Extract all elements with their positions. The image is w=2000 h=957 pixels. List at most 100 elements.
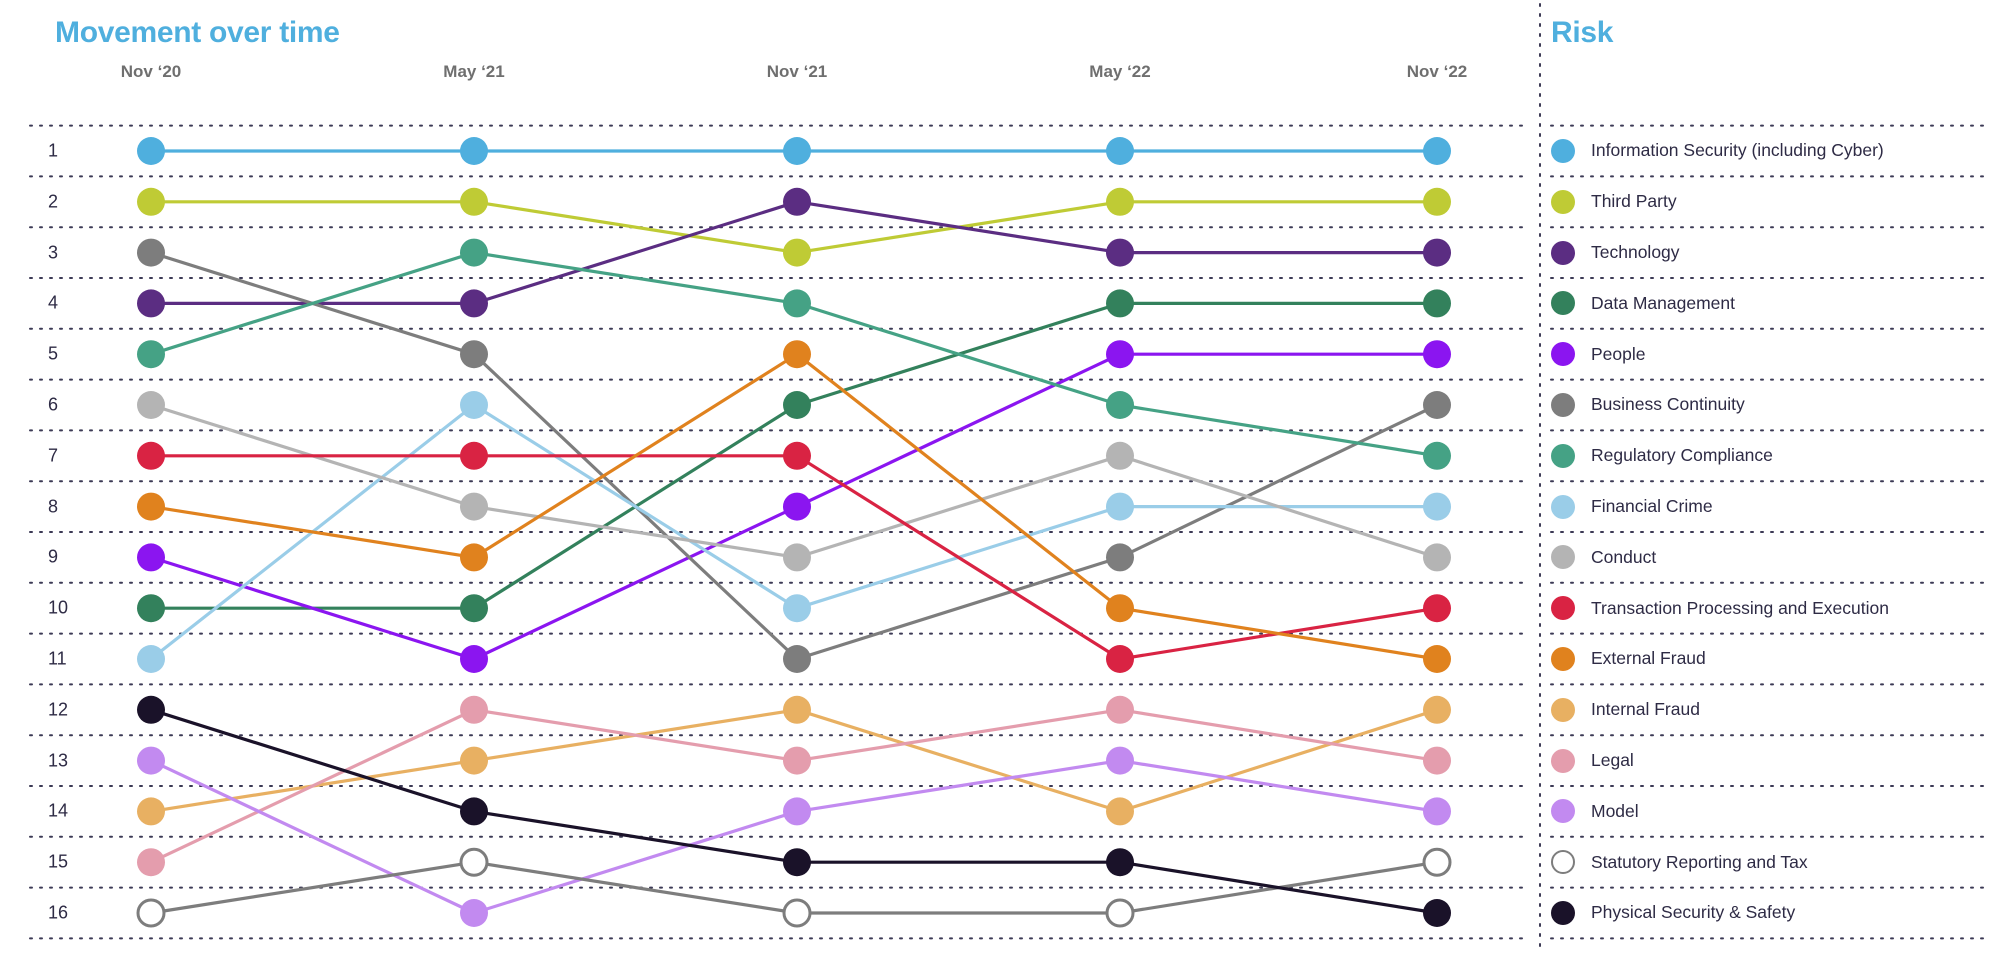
legend-item-transaction-processing-and-execution[interactable]: Transaction Processing and Execution (1551, 583, 1981, 634)
data-point-external-fraud-1[interactable] (137, 492, 165, 521)
data-point-internal-fraud-3[interactable] (783, 695, 811, 724)
data-point-physical-security-safety-3[interactable] (783, 848, 811, 877)
data-point-transaction-processing-and-execution-3[interactable] (783, 441, 811, 470)
data-point-business-continuity-4[interactable] (1106, 543, 1134, 572)
data-point-data-management-4[interactable] (1106, 289, 1134, 318)
data-point-regulatory-compliance-3[interactable] (783, 289, 811, 318)
data-point-physical-security-safety-4[interactable] (1106, 848, 1134, 877)
data-point-legal-5[interactable] (1423, 746, 1451, 775)
legend-item-information-security-including-cyber[interactable]: Information Security (including Cyber) (1551, 126, 1981, 177)
legend-item-data-management[interactable]: Data Management (1551, 278, 1981, 329)
legend-item-third-party[interactable]: Third Party (1551, 176, 1981, 227)
data-point-technology-2[interactable] (460, 289, 488, 318)
data-point-data-management-2[interactable] (460, 594, 488, 623)
data-point-financial-crime-4[interactable] (1106, 492, 1134, 521)
data-point-internal-fraud-2[interactable] (460, 746, 488, 775)
legend-item-label: Regulatory Compliance (1591, 445, 1773, 466)
data-point-transaction-processing-and-execution-4[interactable] (1106, 645, 1134, 673)
data-point-statutory-reporting-and-tax-4[interactable] (1105, 898, 1135, 928)
data-point-business-continuity-5[interactable] (1423, 391, 1451, 419)
legend-item-label: Financial Crime (1591, 496, 1713, 517)
data-point-statutory-reporting-and-tax-1[interactable] (136, 898, 166, 928)
data-point-third-party-5[interactable] (1423, 187, 1451, 216)
data-point-information-security-including-cyber-2[interactable] (460, 137, 488, 165)
data-point-data-management-1[interactable] (137, 594, 165, 623)
data-point-legal-1[interactable] (137, 848, 165, 877)
legend-item-statutory-reporting-and-tax[interactable]: Statutory Reporting and Tax (1551, 837, 1981, 888)
legend-item-technology[interactable]: Technology (1551, 227, 1981, 278)
legend-swatch-icon (1551, 850, 1575, 875)
data-point-physical-security-safety-1[interactable] (137, 695, 165, 724)
data-point-business-continuity-2[interactable] (460, 340, 488, 369)
data-point-data-management-3[interactable] (783, 391, 811, 419)
data-point-information-security-including-cyber-5[interactable] (1423, 137, 1451, 165)
data-point-model-3[interactable] (783, 797, 811, 826)
data-point-financial-crime-5[interactable] (1423, 492, 1451, 521)
legend-item-regulatory-compliance[interactable]: Regulatory Compliance (1551, 430, 1981, 481)
data-point-external-fraud-2[interactable] (460, 543, 488, 572)
legend-item-business-continuity[interactable]: Business Continuity (1551, 380, 1981, 431)
data-point-internal-fraud-1[interactable] (137, 797, 165, 826)
data-point-conduct-4[interactable] (1106, 441, 1134, 470)
legend-swatch-icon (1551, 646, 1575, 671)
data-point-statutory-reporting-and-tax-3[interactable] (782, 898, 812, 928)
data-point-regulatory-compliance-4[interactable] (1106, 391, 1134, 419)
data-point-third-party-4[interactable] (1106, 187, 1134, 216)
data-point-legal-2[interactable] (460, 695, 488, 724)
data-point-model-4[interactable] (1106, 746, 1134, 775)
data-point-information-security-including-cyber-1[interactable] (137, 137, 165, 165)
data-point-legal-3[interactable] (783, 746, 811, 775)
data-point-technology-5[interactable] (1423, 238, 1451, 267)
data-point-model-2[interactable] (460, 899, 488, 927)
data-point-people-4[interactable] (1106, 340, 1134, 369)
data-point-transaction-processing-and-execution-2[interactable] (460, 441, 488, 470)
legend-item-financial-crime[interactable]: Financial Crime (1551, 481, 1981, 532)
data-point-legal-4[interactable] (1106, 695, 1134, 724)
data-point-statutory-reporting-and-tax-5[interactable] (1422, 847, 1452, 877)
data-point-regulatory-compliance-1[interactable] (137, 340, 165, 369)
data-point-data-management-5[interactable] (1423, 289, 1451, 318)
data-point-people-3[interactable] (783, 492, 811, 521)
data-point-regulatory-compliance-2[interactable] (460, 238, 488, 267)
data-point-conduct-2[interactable] (460, 492, 488, 521)
data-point-technology-1[interactable] (137, 289, 165, 318)
data-point-external-fraud-5[interactable] (1423, 645, 1451, 673)
data-point-conduct-5[interactable] (1423, 543, 1451, 572)
data-point-model-5[interactable] (1423, 797, 1451, 826)
data-point-physical-security-safety-5[interactable] (1423, 899, 1451, 927)
data-point-information-security-including-cyber-3[interactable] (783, 137, 811, 165)
legend-item-conduct[interactable]: Conduct (1551, 532, 1981, 583)
data-point-external-fraud-3[interactable] (783, 340, 811, 369)
data-point-technology-3[interactable] (783, 187, 811, 216)
data-point-technology-4[interactable] (1106, 238, 1134, 267)
data-point-conduct-1[interactable] (137, 391, 165, 419)
data-point-transaction-processing-and-execution-5[interactable] (1423, 594, 1451, 623)
legend-item-external-fraud[interactable]: External Fraud (1551, 634, 1981, 685)
data-point-third-party-2[interactable] (460, 187, 488, 216)
data-point-information-security-including-cyber-4[interactable] (1106, 137, 1134, 165)
data-point-internal-fraud-4[interactable] (1106, 797, 1134, 826)
data-point-third-party-3[interactable] (783, 238, 811, 267)
data-point-conduct-3[interactable] (783, 543, 811, 572)
data-point-financial-crime-1[interactable] (137, 645, 165, 673)
legend-item-internal-fraud[interactable]: Internal Fraud (1551, 684, 1981, 735)
data-point-business-continuity-3[interactable] (783, 645, 811, 673)
legend-item-physical-security-safety[interactable]: Physical Security & Safety (1551, 888, 1981, 939)
data-point-financial-crime-2[interactable] (460, 391, 488, 419)
data-point-regulatory-compliance-5[interactable] (1423, 441, 1451, 470)
data-point-people-1[interactable] (137, 543, 165, 572)
data-point-physical-security-safety-2[interactable] (460, 797, 488, 826)
data-point-financial-crime-3[interactable] (783, 594, 811, 623)
data-point-third-party-1[interactable] (137, 187, 165, 216)
data-point-transaction-processing-and-execution-1[interactable] (137, 441, 165, 470)
data-point-business-continuity-1[interactable] (137, 238, 165, 267)
data-point-external-fraud-4[interactable] (1106, 594, 1134, 623)
legend-item-legal[interactable]: Legal (1551, 735, 1981, 786)
legend-item-model[interactable]: Model (1551, 786, 1981, 837)
data-point-people-5[interactable] (1423, 340, 1451, 369)
data-point-people-2[interactable] (460, 645, 488, 673)
data-point-statutory-reporting-and-tax-2[interactable] (459, 847, 489, 877)
data-point-model-1[interactable] (137, 746, 165, 775)
legend-item-people[interactable]: People (1551, 329, 1981, 380)
data-point-internal-fraud-5[interactable] (1423, 695, 1451, 724)
